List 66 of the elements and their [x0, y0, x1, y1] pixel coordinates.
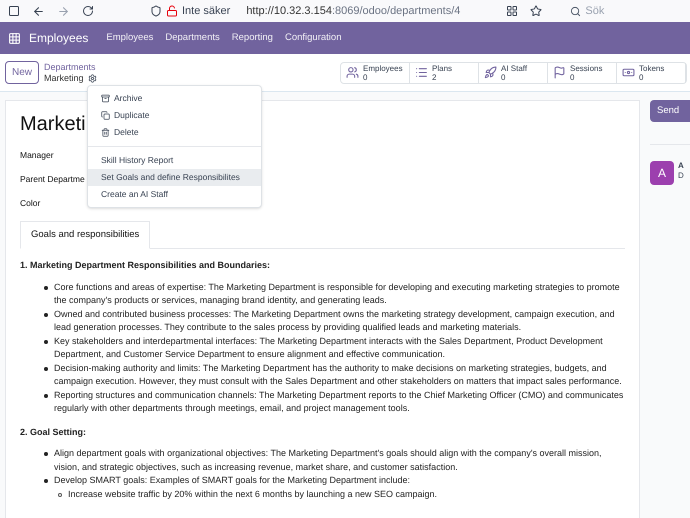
nav-menu-item[interactable]: Reporting: [226, 30, 279, 46]
stat-button[interactable]: Employees 0: [341, 62, 410, 82]
list-item-text: Reporting structures and communication channels: The Marketing Department reports to the Chief Marketing Officer (CMO) and communicates regularly with other departments through meetings, email, and project management tools.: [54, 388, 624, 416]
dropdown-item[interactable]: Duplicate: [88, 107, 261, 124]
list-icon: [415, 66, 428, 79]
bullet-icon: [44, 286, 48, 290]
trash-icon: [101, 128, 110, 137]
new-button[interactable]: New: [5, 61, 40, 84]
avatar: A: [650, 161, 674, 186]
archive-box-icon: [101, 94, 110, 103]
rocket-icon: [484, 66, 497, 79]
bullet-icon: [44, 479, 48, 484]
stat-button[interactable]: Tokens 0: [617, 62, 686, 82]
reload-icon[interactable]: [82, 5, 94, 17]
apps-menu-icon[interactable]: [8, 32, 21, 44]
shield-icon[interactable]: [150, 5, 162, 17]
list-item-text: Decision-making authority and limits: The Marketing Department has the authority to make decisions on marketing strategies, budgets, and campaign execution. However, they must consult with the Sales Department and other stakeholders on matters that impact sales performance.: [54, 362, 623, 388]
dropdown-item[interactable]: Set Goals and define Responsibilites: [88, 169, 261, 186]
sub-bullet-icon: [58, 492, 62, 497]
app-title[interactable]: Employees: [29, 29, 88, 47]
search-icon: [570, 6, 582, 16]
list-item-text: Core functions and areas of expertise: The Marketing Department is responsible for developing and executing marketing strategies to promote the company's products or services, managing brand identity, and generating leads.: [54, 280, 621, 308]
people-icon: [346, 66, 359, 79]
insecure-lock-icon[interactable]: [166, 5, 178, 17]
bullet-icon: [44, 366, 48, 371]
list-item-text: Align department goals with organizational objectives: The Marketing Department's goals should align with the company's overall mission, vision, and strategic objectives, such as increasing revenue, market share, and customer satisfaction.: [54, 447, 603, 474]
message-text: D: [678, 171, 684, 182]
flag-icon: [553, 66, 566, 79]
section-heading: 1. Marketing Department Responsibilities and Boundaries:: [20, 259, 270, 272]
field-label: Color: [20, 197, 40, 210]
stat-button[interactable]: Plans 2: [410, 62, 479, 82]
list-item-text: Key stakeholders and interdepartmental interfaces: The Marketing Department interacts with the Sales Department, Product Development Department, and Customer Service Department to ensure alignment and effective communication.: [54, 334, 604, 362]
nav-menu-item[interactable]: Departments: [159, 30, 226, 46]
form-tab[interactable]: Goals and responsibilities: [20, 221, 150, 250]
send-message-button[interactable]: Send: [650, 100, 690, 122]
nav-menu-item[interactable]: Configuration: [278, 30, 348, 46]
department-title: Marketi: [20, 112, 86, 137]
list-item-text: Develop SMART goals: Examples of SMART goals for the Marketing Department include:: [54, 474, 410, 488]
sidebar-icon[interactable]: [8, 5, 20, 17]
stat-button[interactable]: AI Staff 0: [479, 62, 548, 82]
bookmark-icon[interactable]: [530, 5, 542, 17]
dropdown-item[interactable]: Create an AI Staff: [88, 186, 261, 203]
nav-menu-item[interactable]: Employees: [100, 30, 160, 46]
extension-icon[interactable]: [506, 5, 518, 17]
back-icon[interactable]: [32, 4, 45, 18]
dropdown-item[interactable]: Archive: [88, 90, 261, 107]
bullet-icon: [44, 312, 48, 317]
list-item-text: Increase website traffic by 20% within the next 6 months by launching a new SEO campaign.: [68, 488, 438, 501]
field-label: Parent Departme: [20, 173, 85, 186]
breadcrumb-link[interactable]: Departments: [44, 62, 97, 72]
bullet-icon: [44, 340, 48, 344]
settings-icon[interactable]: [88, 74, 97, 82]
url-field[interactable]: http://10.32.3.154:8069/odoo/departments/4: [246, 2, 460, 20]
dropdown-item[interactable]: Skill History Report: [88, 152, 261, 169]
security-label: Inte säker: [182, 4, 230, 19]
field-label: Manager: [20, 149, 54, 162]
stat-button[interactable]: Sessions 0: [548, 62, 617, 82]
bullet-icon: [44, 452, 48, 456]
message-author: A: [678, 161, 684, 172]
copy-icon: [101, 111, 110, 120]
dropdown-item[interactable]: Delete: [88, 124, 261, 141]
breadcrumb-current: Marketing: [44, 72, 84, 84]
bullet-icon: [44, 394, 48, 398]
list-item-text: Owned and contributed business processes: The Marketing Department owns the marketing strategy development, campaign execution, and lead generation processes. They contribute to the sales process by providing qualified leads and marketing materials.: [54, 308, 616, 334]
money-icon: [622, 66, 635, 79]
section-heading: 2. Goal Setting:: [20, 426, 86, 439]
